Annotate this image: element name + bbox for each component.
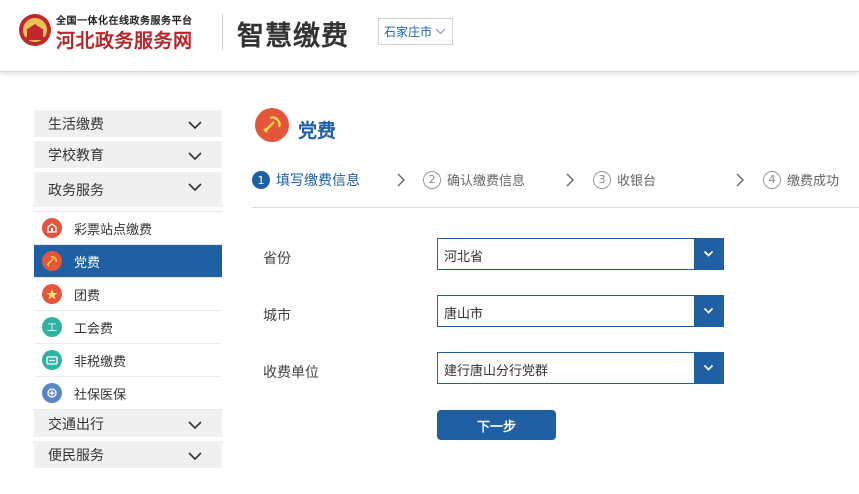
portal-name[interactable]: 河北政务服务网 — [56, 26, 193, 53]
sidebar-submenu: 彩票站点缴费 党费 团费 工 工会费 非税缴费 社保医保 — [34, 211, 222, 410]
province-select[interactable]: 河北省 — [437, 238, 724, 270]
sidebar-item-non-tax[interactable]: 非税缴费 — [34, 344, 222, 377]
union-icon: 工 — [42, 317, 62, 337]
sidebar: 生活缴费 学校教育 政务服务 彩票站点缴费 党费 团费 工 工会费 非税缴费 社… — [34, 110, 222, 472]
step-success: 4 缴费成功 — [763, 170, 839, 189]
chevron-right-icon — [736, 173, 744, 187]
step-number: 4 — [763, 170, 781, 189]
chevron-down-icon — [188, 183, 202, 192]
party-emblem-icon — [255, 108, 289, 142]
chevron-right-icon — [397, 173, 405, 187]
chevron-down-icon — [703, 307, 714, 314]
lottery-icon — [42, 218, 62, 238]
sidebar-category-convenience[interactable]: 便民服务 — [34, 441, 222, 472]
sidebar-category-label: 政务服务 — [48, 182, 104, 199]
dropdown-button[interactable] — [694, 353, 723, 383]
chevron-down-icon — [188, 452, 202, 461]
portal-emblem-icon — [19, 14, 51, 46]
chevron-down-icon — [188, 152, 202, 161]
sidebar-item-social-insurance[interactable]: 社保医保 — [34, 377, 222, 410]
sidebar-category-label: 便民服务 — [48, 447, 104, 464]
step-cashier: 3 收银台 — [593, 170, 656, 189]
sidebar-item-label: 彩票站点缴费 — [74, 222, 153, 238]
sidebar-item-label: 工会费 — [74, 321, 114, 337]
page-title: 党费 — [298, 120, 337, 142]
step-number: 3 — [593, 170, 611, 189]
portal-subtitle: 全国一体化在线政务服务平台 — [56, 16, 193, 27]
svg-text:工: 工 — [47, 323, 57, 334]
chevron-down-icon — [188, 421, 202, 430]
sidebar-item-label: 社保医保 — [74, 387, 127, 403]
sidebar-item-label: 团费 — [74, 288, 101, 304]
payee-unit-select[interactable]: 建行唐山分行党群 — [437, 352, 724, 384]
next-step-button[interactable]: 下一步 — [437, 410, 556, 440]
step-number: 1 — [252, 171, 270, 189]
chevron-down-icon — [703, 250, 714, 257]
sidebar-category-government[interactable]: 政务服务 — [34, 172, 222, 207]
step-label: 确认缴费信息 — [447, 174, 526, 189]
city-selector-label: 石家庄市 — [384, 25, 433, 39]
chevron-down-icon — [703, 364, 714, 371]
sidebar-category-label: 交通出行 — [48, 416, 104, 433]
step-label: 缴费成功 — [787, 174, 840, 189]
page-header: 全国一体化在线政务服务平台 河北政务服务网 智慧缴费 石家庄市 — [0, 0, 859, 72]
step-fill-info: 1 填写缴费信息 — [252, 170, 360, 190]
sidebar-category-education[interactable]: 学校教育 — [34, 141, 222, 172]
sidebar-category-living[interactable]: 生活缴费 — [34, 110, 222, 141]
dropdown-button[interactable] — [694, 296, 723, 326]
chevron-right-icon — [566, 173, 574, 187]
sidebar-item-youth-league[interactable]: 团费 — [34, 278, 222, 311]
payee-unit-label: 收费单位 — [263, 365, 319, 381]
province-label: 省份 — [263, 251, 291, 267]
step-number: 2 — [423, 170, 441, 189]
sidebar-category-label: 生活缴费 — [48, 116, 104, 133]
step-confirm-info: 2 确认缴费信息 — [423, 170, 525, 189]
city-label: 城市 — [263, 308, 291, 324]
sidebar-item-label: 非税缴费 — [74, 354, 127, 370]
sidebar-category-label: 学校教育 — [48, 147, 104, 164]
sidebar-item-lottery[interactable]: 彩票站点缴费 — [34, 212, 222, 245]
city-selector[interactable]: 石家庄市 — [378, 18, 453, 45]
province-value: 河北省 — [444, 250, 484, 265]
youth-league-icon — [42, 284, 62, 304]
city-select[interactable]: 唐山市 — [437, 295, 724, 327]
chevron-down-icon — [435, 28, 446, 35]
app-title: 智慧缴费 — [237, 21, 349, 52]
sidebar-item-party-fee[interactable]: 党费 — [34, 245, 222, 278]
party-emblem-icon — [42, 251, 62, 271]
dropdown-button[interactable] — [694, 239, 723, 269]
payee-unit-value: 建行唐山分行党群 — [444, 364, 549, 379]
chevron-down-icon — [188, 121, 202, 130]
header-divider — [222, 14, 223, 50]
step-label: 填写缴费信息 — [276, 173, 360, 189]
sidebar-item-label: 党费 — [74, 255, 101, 271]
sidebar-item-union[interactable]: 工 工会费 — [34, 311, 222, 344]
non-tax-icon — [42, 350, 62, 370]
sidebar-category-transport[interactable]: 交通出行 — [34, 410, 222, 441]
city-value: 唐山市 — [444, 307, 484, 322]
social-insurance-icon — [42, 383, 62, 403]
progress-steps: 1 填写缴费信息 2 确认缴费信息 3 收银台 4 缴费成功 — [252, 166, 859, 208]
step-label: 收银台 — [617, 174, 657, 189]
